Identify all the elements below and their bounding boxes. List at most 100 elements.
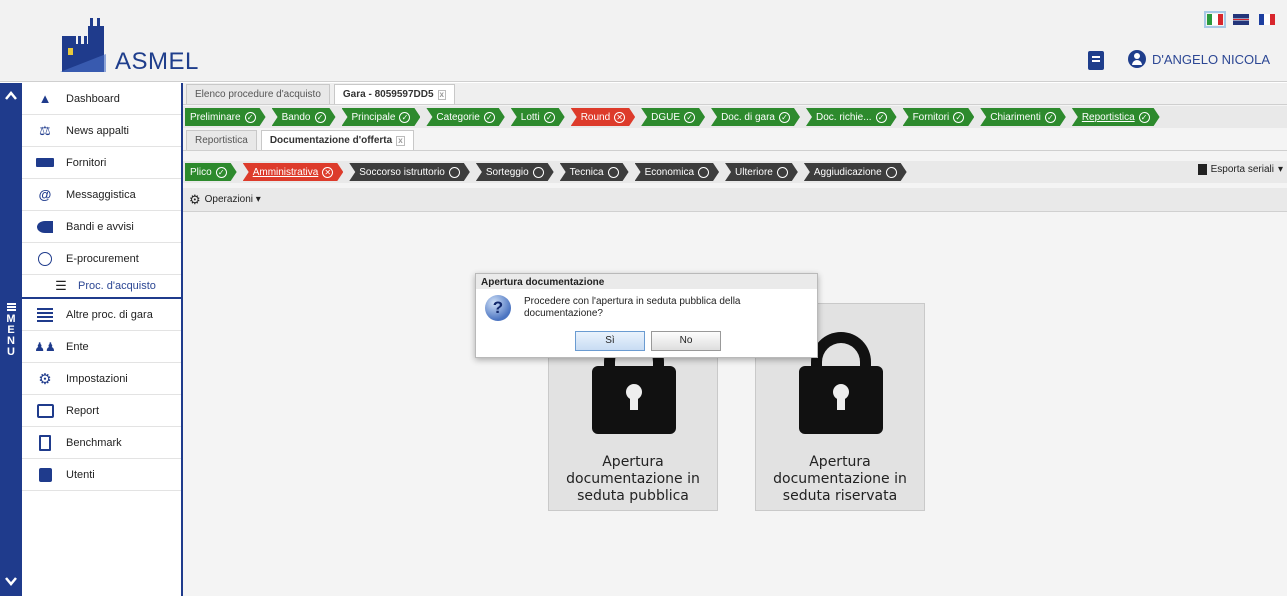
sidebar-item-label: Messaggistica [66, 188, 136, 201]
step-principale[interactable]: Principale ✓ [342, 108, 421, 126]
step-label: Plico [190, 166, 212, 178]
gara-workflow-steps: Preliminare ✓ Bando ✓ Principale ✓ Categori… [183, 106, 1287, 128]
sidebar-item-messaggistica[interactable]: @ Messaggistica [22, 179, 181, 211]
step-label: Round [580, 111, 611, 123]
check-circle-icon: ✓ [216, 167, 227, 178]
step-amministrativa[interactable]: Amministrativa ✕ [243, 163, 344, 181]
sidebar-item-utenti[interactable]: Utenti [22, 459, 181, 491]
step-reportistica[interactable]: Reportistica ✓ [1072, 108, 1160, 126]
sidebar-item-label: Altre proc. di gara [66, 308, 153, 321]
sidebar-item-news-appalti[interactable]: ⚖ News appalti [22, 115, 181, 147]
esporta-seriali-button[interactable]: Esporta seriali ▾ [1197, 164, 1283, 175]
sidebar-item-altre-proc[interactable]: Altre proc. di gara [22, 299, 181, 331]
brand-name: ASMEL [115, 48, 199, 75]
tab-reportistica[interactable]: Reportistica [186, 130, 257, 150]
sidebar-item-label: Bandi e avvisi [66, 220, 134, 233]
step-label: Soccorso istruttorio [359, 166, 445, 178]
step-chiarimenti[interactable]: Chiarimenti ✓ [980, 108, 1066, 126]
check-circle-icon: ✓ [684, 112, 695, 123]
tab-label: Gara - 8059597DD5 [342, 89, 434, 100]
sidebar-item-label: Utenti [66, 468, 95, 481]
sidebar-item-dashboard[interactable]: ▲ Dashboard [22, 83, 181, 115]
operazioni-menu[interactable]: Operazioni ▾ [205, 194, 261, 205]
step-label: Lotti [520, 111, 540, 123]
step-doc-richieste[interactable]: Doc. richie... ✓ [806, 108, 897, 126]
flag-uk-icon[interactable] [1233, 14, 1249, 25]
step-doc-di-gara[interactable]: Doc. di gara ✓ [711, 108, 800, 126]
app-header: ASMEL D'ANGELO NICOLA [0, 0, 1287, 82]
flag-fr-icon[interactable] [1259, 14, 1275, 25]
tab-documentazione-offerta[interactable]: Documentazione d'offerta x [260, 130, 414, 150]
step-soccorso-istruttorio[interactable]: Soccorso istruttorio [349, 163, 470, 181]
tab-elenco-procedure[interactable]: Elenco procedure d'acquisto [186, 84, 330, 104]
check-circle-icon: ✓ [876, 112, 887, 123]
step-economica[interactable]: Economica [635, 163, 719, 181]
dialog-title: Apertura documentazione [476, 274, 817, 289]
sidebar-item-e-procurement[interactable]: E-procurement [22, 243, 181, 275]
menu-rail: M E N U [0, 83, 22, 596]
sidebar-item-bandi-e-avvisi[interactable]: Bandi e avvisi [22, 211, 181, 243]
tab-label: Elenco procedure d'acquisto [195, 89, 321, 100]
sidebar-item-proc-acquisto[interactable]: ☰ Proc. d'acquisto [22, 275, 181, 299]
flag-it-icon[interactable] [1204, 11, 1226, 28]
step-label: Doc. richie... [815, 111, 872, 123]
asmel-logo[interactable]: ASMEL [60, 18, 198, 78]
esporta-label: Esporta seriali [1210, 164, 1274, 175]
sidebar-item-fornitori[interactable]: Fornitori [22, 147, 181, 179]
check-circle-icon: ✓ [779, 112, 790, 123]
sidebar-item-impostazioni[interactable]: ⚙ Impostazioni [22, 363, 181, 395]
menu-toggle[interactable]: M E N U [3, 303, 19, 358]
sidebar-item-label: News appalti [66, 124, 129, 137]
user-avatar-icon [1128, 50, 1146, 68]
pending-circle-icon [608, 167, 619, 178]
card-label: Apertura documentazione in seduta pubbli… [549, 454, 717, 505]
sidebar-item-label: Impostazioni [66, 372, 128, 385]
close-icon[interactable]: x [437, 89, 446, 100]
step-tecnica[interactable]: Tecnica [560, 163, 629, 181]
step-categorie[interactable]: Categorie ✓ [426, 108, 504, 126]
check-circle-icon: ✓ [953, 112, 964, 123]
user-menu[interactable]: D'ANGELO NICOLA [1128, 50, 1270, 68]
check-circle-icon: ✓ [245, 112, 256, 123]
check-circle-icon: ✓ [544, 112, 555, 123]
step-label: Fornitori [912, 111, 950, 123]
no-button[interactable]: No [651, 331, 721, 351]
step-label: Doc. di gara [721, 111, 775, 123]
step-plico[interactable]: Plico ✓ [185, 163, 237, 181]
book-icon[interactable] [1088, 51, 1104, 70]
sidebar-item-benchmark[interactable]: Benchmark [22, 427, 181, 459]
at-icon: @ [38, 187, 52, 202]
check-circle-icon: ✓ [484, 112, 495, 123]
tab-gara[interactable]: Gara - 8059597DD5 x [333, 84, 455, 104]
step-round[interactable]: Round ✕ [571, 108, 635, 126]
close-icon[interactable]: x [396, 135, 405, 146]
chevron-down-icon[interactable] [4, 574, 18, 588]
step-aggiudicazione[interactable]: Aggiudicazione [804, 163, 907, 181]
confirm-dialog: Apertura documentazione ? Procedere con … [475, 273, 818, 358]
step-label: Bando [281, 111, 311, 123]
pending-circle-icon [533, 167, 544, 178]
truck-icon [36, 155, 54, 171]
card-label-line: Apertura [809, 454, 871, 470]
coins-icon [36, 251, 54, 267]
sidebar-item-report[interactable]: Report [22, 395, 181, 427]
sidebar-item-label: Proc. d'acquisto [78, 280, 156, 292]
menu-letter: U [7, 346, 15, 358]
step-lotti[interactable]: Lotti ✓ [511, 108, 565, 126]
pending-circle-icon [777, 167, 788, 178]
menu-grid-icon [6, 303, 16, 311]
step-fornitori[interactable]: Fornitori ✓ [903, 108, 975, 126]
step-bando[interactable]: Bando ✓ [272, 108, 336, 126]
sub-tab-bar: Reportistica Documentazione d'offerta x [183, 128, 1287, 151]
sidebar-item-ente[interactable]: ♟♟ Ente [22, 331, 181, 363]
step-dgue[interactable]: DGUE ✓ [641, 108, 705, 126]
list-icon: ☰ [55, 278, 67, 293]
step-preliminare[interactable]: Preliminare ✓ [185, 108, 266, 126]
step-sorteggio[interactable]: Sorteggio [476, 163, 554, 181]
operations-toolbar: ⚙ Operazioni ▾ [183, 188, 1287, 212]
step-ulteriore[interactable]: Ulteriore [725, 163, 798, 181]
yes-button[interactable]: Sì [575, 331, 645, 351]
megaphone-icon [36, 219, 54, 235]
pending-circle-icon [698, 167, 709, 178]
chevron-up-icon[interactable] [4, 89, 18, 103]
